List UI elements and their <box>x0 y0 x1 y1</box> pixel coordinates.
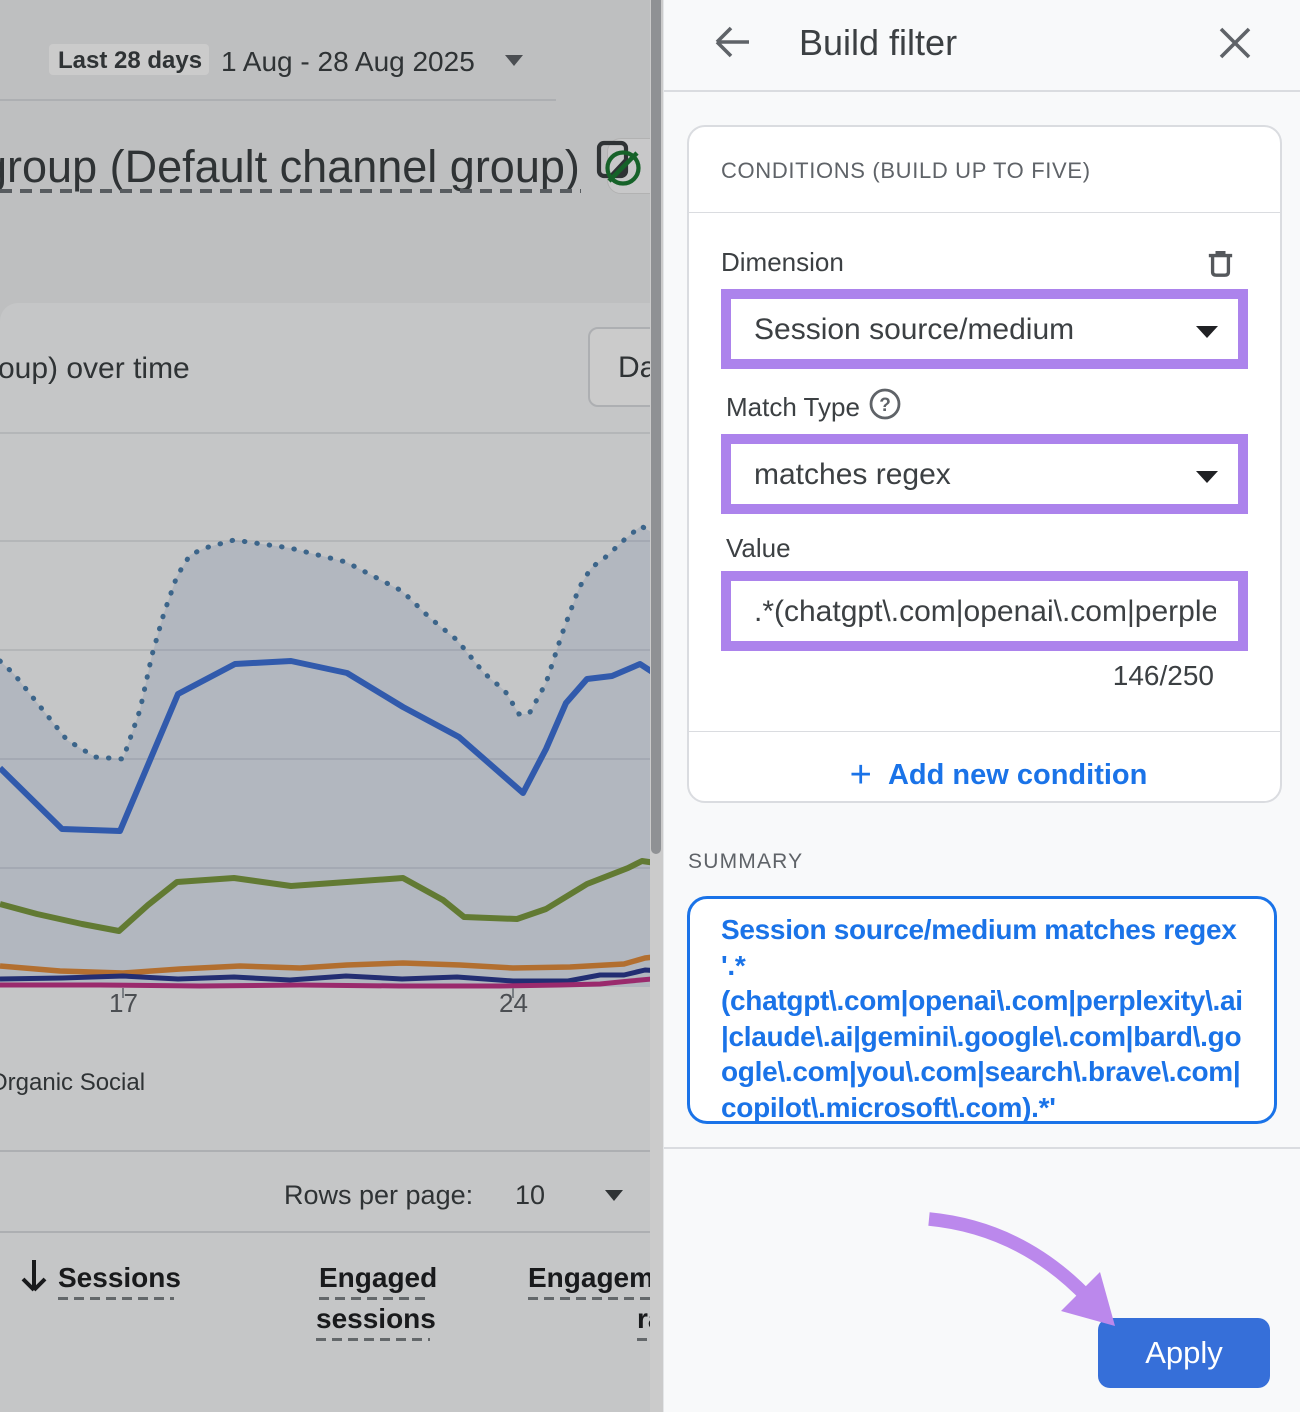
svg-text:?: ? <box>879 395 891 416</box>
